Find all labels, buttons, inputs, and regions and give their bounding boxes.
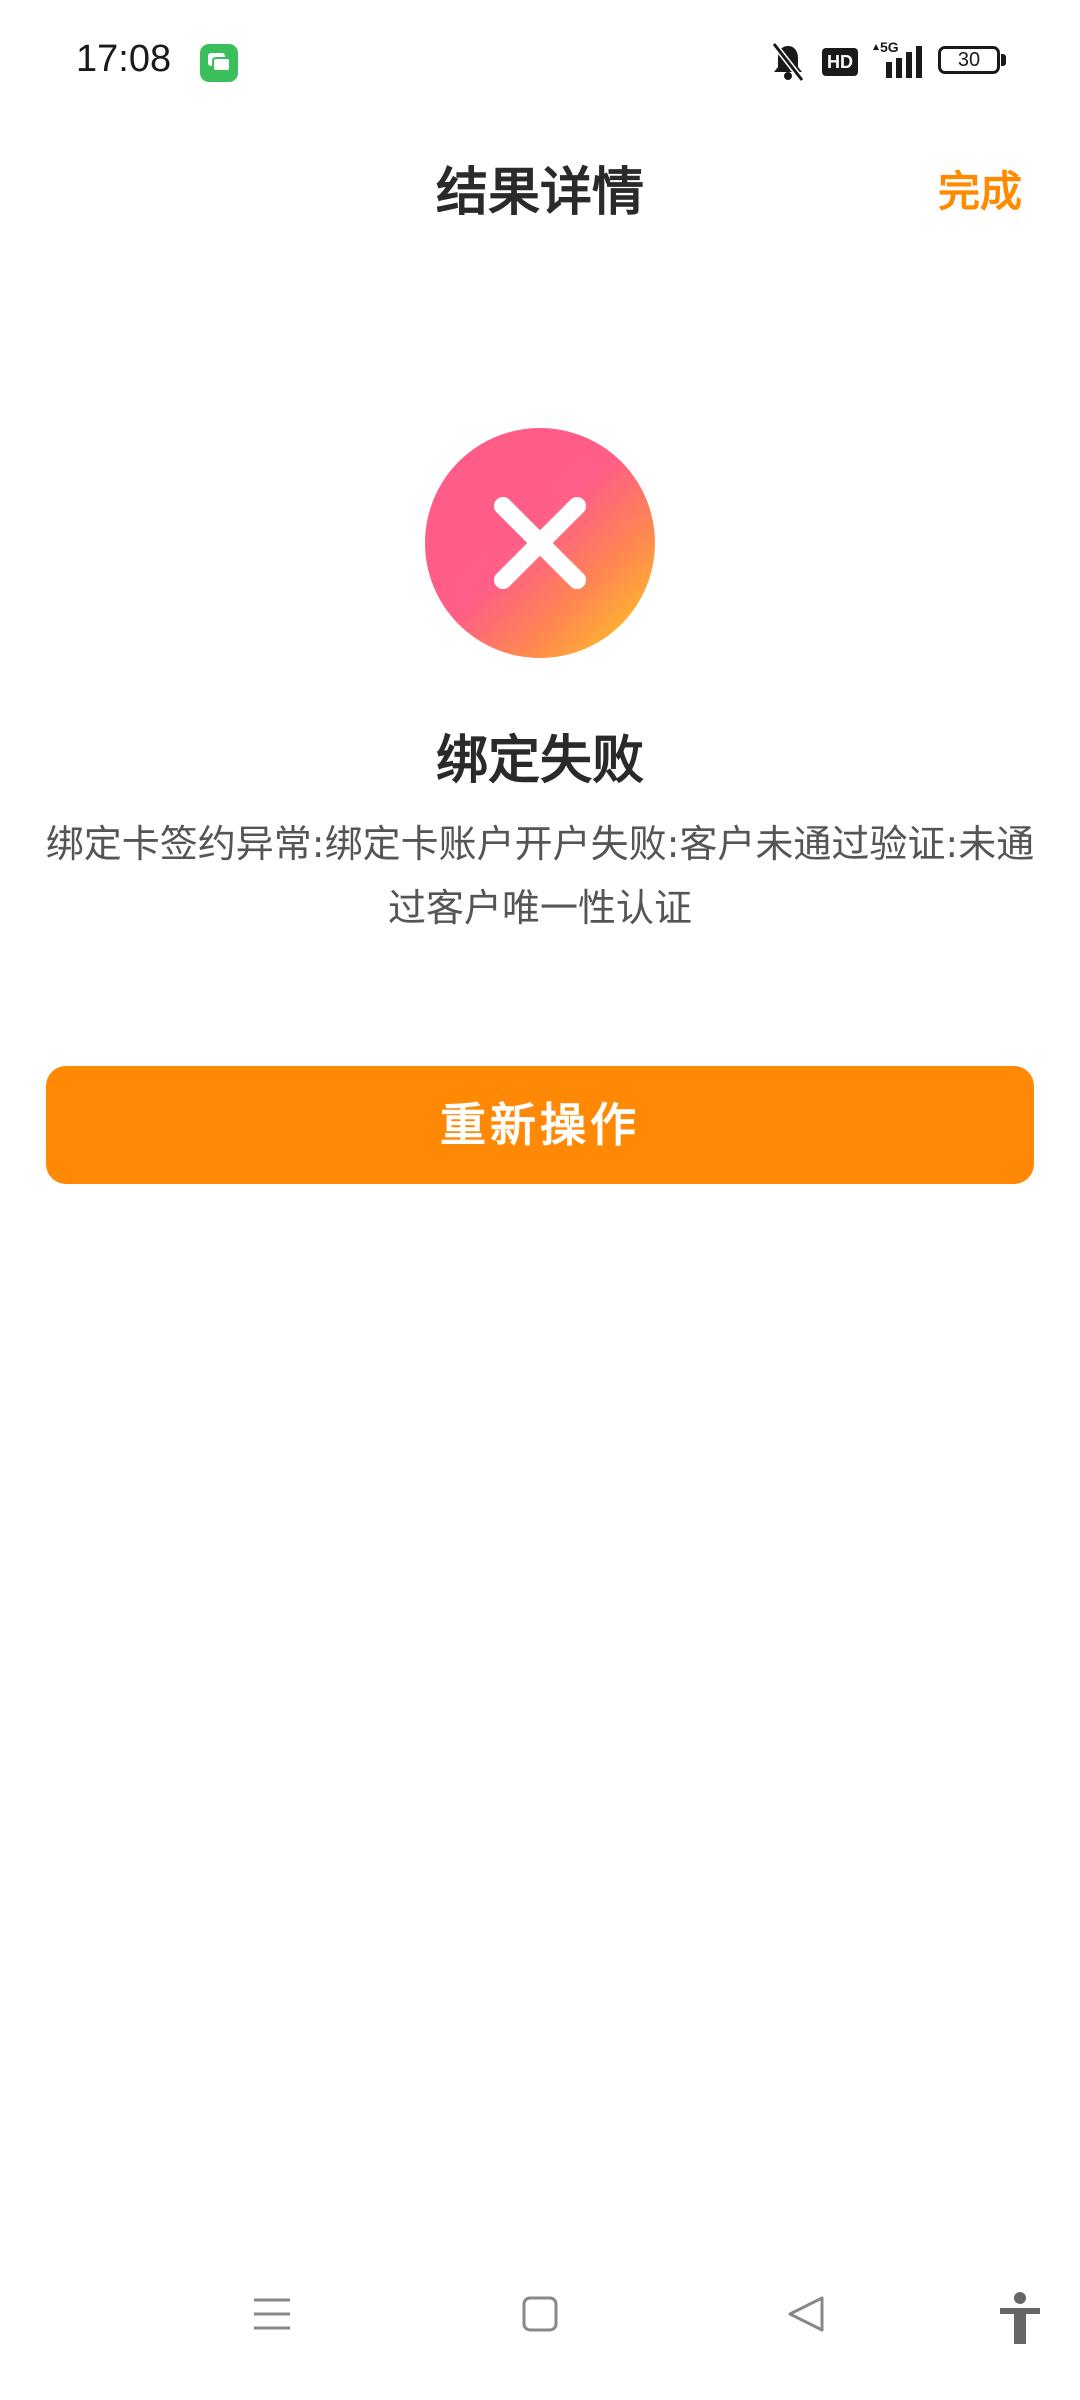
menu-icon[interactable] [248, 2290, 296, 2342]
result-description: 绑定卡签约异常:绑定卡账户开户失败:客户未通过验证:未通过客户唯一性认证 [45, 822, 1035, 930]
network-label: 5G [880, 40, 899, 55]
status-time: 17:08 [76, 38, 172, 80]
accessibility-icon[interactable] [996, 2290, 1044, 2350]
message-app-icon [200, 44, 238, 82]
page-title: 结果详情 [435, 163, 644, 223]
signal-icon: 5G [870, 39, 932, 88]
result-title: 绑定失败 [435, 731, 644, 791]
done-button[interactable]: 完成 [938, 158, 1022, 219]
back-icon[interactable] [782, 2290, 830, 2342]
bell-muted-icon [770, 40, 806, 88]
close-icon [494, 497, 586, 589]
retry-button[interactable]: 重新操作 [46, 1066, 1034, 1184]
home-icon[interactable] [516, 2290, 564, 2342]
failure-status-icon [425, 428, 655, 658]
status-bar: 17:08 HD 5G 30 [0, 0, 1080, 124]
hd-icon: HD [822, 48, 858, 76]
system-nav-bar [0, 2290, 1080, 2380]
battery-level: 30 [938, 46, 1000, 74]
